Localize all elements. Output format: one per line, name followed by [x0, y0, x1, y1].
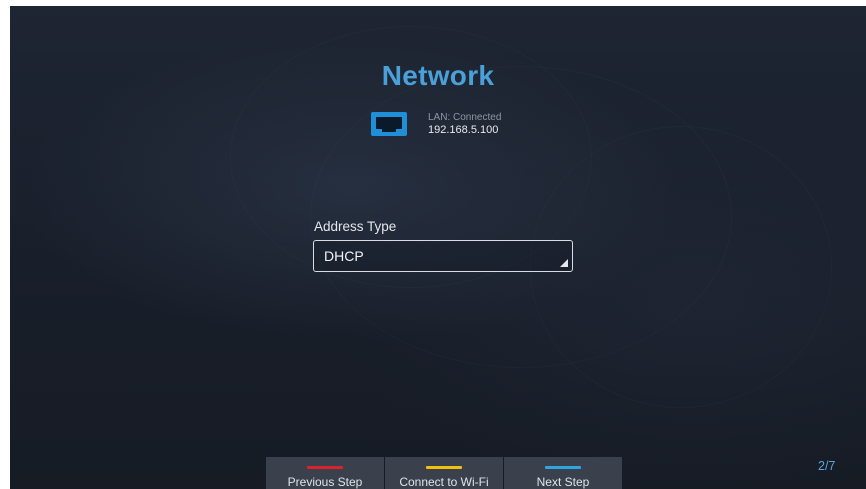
- network-setup-screen: Network LAN: Connected 192.168.5.100 Add…: [10, 6, 866, 489]
- address-type-select[interactable]: DHCP: [313, 240, 573, 272]
- ethernet-port-icon: [371, 112, 407, 136]
- yellow-key-indicator: [426, 466, 462, 469]
- address-type-value: DHCP: [324, 248, 364, 264]
- address-type-label: Address Type: [314, 219, 397, 234]
- dropdown-corner-icon: [560, 259, 568, 267]
- step-page-indicator: 2/7: [818, 459, 836, 473]
- lan-info: LAN: Connected 192.168.5.100: [428, 112, 501, 136]
- connect-wifi-label: Connect to Wi-Fi: [399, 475, 489, 489]
- previous-step-button[interactable]: Previous Step: [266, 457, 384, 489]
- connect-wifi-button[interactable]: Connect to Wi-Fi: [385, 457, 503, 489]
- lan-status-block: LAN: Connected 192.168.5.100: [371, 109, 501, 139]
- previous-step-label: Previous Step: [287, 475, 363, 489]
- page-title: Network: [381, 60, 495, 91]
- next-step-label: Next Step: [536, 475, 590, 489]
- next-step-button[interactable]: Next Step: [504, 457, 622, 489]
- bottom-action-bar: Previous Step Connect to Wi-Fi Next Step: [266, 457, 622, 489]
- lan-status-text: LAN: Connected: [428, 112, 502, 123]
- background-swirl: [530, 126, 832, 408]
- red-key-indicator: [307, 466, 343, 469]
- blue-key-indicator: [545, 466, 581, 469]
- lan-ip-address: 192.168.5.100: [428, 124, 499, 136]
